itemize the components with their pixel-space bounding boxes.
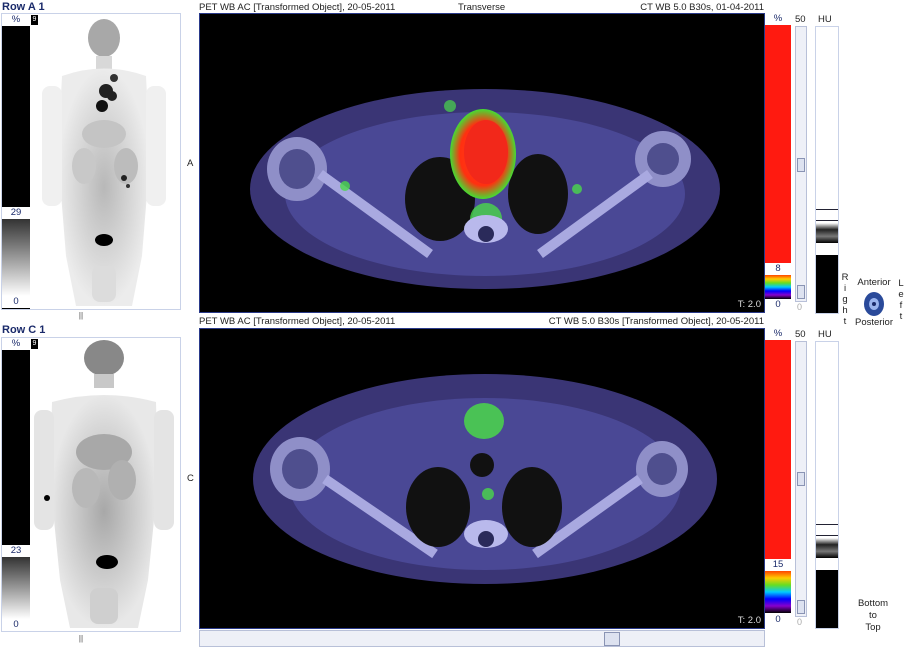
row-a-mip-gray-scale bbox=[2, 219, 30, 296]
row-c-window-slider[interactable] bbox=[795, 341, 807, 617]
row-c-hu-label: HU bbox=[818, 329, 832, 340]
row-a-fusion-viewport[interactable]: T: 2.0 bbox=[199, 13, 765, 313]
row-a-slider-max: 50 bbox=[795, 14, 806, 25]
row-c-title: Row C 1 bbox=[2, 324, 46, 336]
row-a-hu-gradient bbox=[816, 223, 838, 243]
row-a-pet-header: PET WB AC [Transformed Object], 20-05-20… bbox=[199, 2, 396, 13]
row-c-colorbar-upper: 15 bbox=[765, 559, 791, 571]
row-a-window-slider[interactable] bbox=[795, 26, 807, 302]
row-c-fusion-viewport[interactable]: T: 2.0 bbox=[199, 328, 765, 629]
row-a-colorbar-pct-label: % bbox=[765, 13, 791, 25]
row-a-window-slider-thumb[interactable] bbox=[797, 158, 805, 172]
orientation-body-icon[interactable] bbox=[862, 291, 886, 317]
row-c-mip-lower-label: 0 bbox=[2, 619, 30, 631]
row-a-fusion-image bbox=[250, 89, 720, 289]
orientation-posterior-label: Posterior bbox=[854, 317, 893, 328]
row-a-mip-pct-label: % bbox=[2, 14, 30, 26]
row-c-mip-pct-label: % bbox=[2, 338, 30, 350]
row-a-mip-intensity-bar[interactable]: % 29 0 bbox=[2, 14, 30, 309]
slice-scrollbar-thumb[interactable] bbox=[604, 632, 620, 646]
row-a-window-slider-lower-thumb[interactable] bbox=[797, 285, 805, 299]
row-a-mip-panel[interactable]: % 29 0 9 bbox=[1, 13, 181, 310]
orientation-right-label: Right bbox=[841, 272, 849, 327]
row-a-ct-header: CT WB 5.0 B30s, 01-04-2011 bbox=[640, 2, 764, 13]
row-a-mip-upper-label: 29 bbox=[2, 207, 30, 219]
row-c-mip-handle[interactable]: || bbox=[77, 634, 85, 644]
row-a-colorbar-hot bbox=[765, 25, 791, 275]
row-a-pet-colorbar[interactable]: % 8 0 bbox=[765, 13, 791, 313]
row-a-view-title: Transverse bbox=[458, 2, 506, 13]
orientation-bottom-to-top: Bottom to Top bbox=[857, 598, 889, 633]
row-c-colorbar-pct-label: % bbox=[765, 328, 791, 340]
row-a-letter: A bbox=[187, 158, 194, 169]
row-c-colorbar-lower: 0 bbox=[765, 614, 791, 626]
row-c-t-value: T: 2.0 bbox=[737, 615, 761, 626]
row-a-hu-label: HU bbox=[818, 14, 832, 25]
row-c-mip-gray-scale bbox=[2, 557, 30, 619]
row-a-slider-min: 0 bbox=[797, 302, 803, 312]
row-a-mip-lower-label: 0 bbox=[2, 296, 30, 308]
row-a-mip-body-image bbox=[42, 19, 166, 306]
row-c-pet-colorbar[interactable]: % 15 0 bbox=[765, 328, 791, 628]
row-c-window-slider-thumb[interactable] bbox=[797, 472, 805, 486]
row-c-fusion-image bbox=[253, 374, 717, 584]
row-a-colorbar-upper: 8 bbox=[765, 263, 791, 275]
row-c-mip-panel[interactable]: % 23 0 9 bbox=[1, 337, 181, 632]
row-a-mip-handle[interactable]: || bbox=[77, 311, 85, 321]
row-c-colorbar-rainbow bbox=[765, 571, 791, 613]
row-a-colorbar-rainbow bbox=[765, 275, 791, 299]
orientation-anterior-label: Anterior bbox=[857, 277, 891, 288]
slice-horizontal-scrollbar[interactable] bbox=[199, 630, 765, 647]
row-c-mip-intensity-bar[interactable]: % 23 0 bbox=[2, 338, 30, 631]
row-a-title: Row A 1 bbox=[2, 1, 45, 13]
row-c-letter: C bbox=[187, 473, 194, 484]
row-c-hu-black bbox=[816, 570, 838, 628]
row-a-hu-bar[interactable] bbox=[815, 26, 839, 314]
row-c-window-slider-lower-thumb[interactable] bbox=[797, 600, 805, 614]
orientation-left-label: Left bbox=[898, 278, 904, 322]
row-a-t-value: T: 2.0 bbox=[737, 299, 761, 310]
row-c-slider-max: 50 bbox=[795, 329, 806, 340]
row-a-hu-black bbox=[816, 255, 838, 313]
row-c-mip-upper-label: 23 bbox=[2, 545, 30, 557]
row-c-pet-header: PET WB AC [Transformed Object], 20-05-20… bbox=[199, 316, 396, 327]
row-a-hu-window bbox=[816, 209, 838, 221]
row-c-ct-header: CT WB 5.0 B30s [Transformed Object], 20-… bbox=[548, 316, 764, 327]
row-c-slider-min: 0 bbox=[797, 617, 803, 627]
row-a-colorbar-lower: 0 bbox=[765, 299, 791, 311]
row-c-mip-body-image bbox=[34, 340, 174, 628]
row-c-colorbar-hot bbox=[765, 340, 791, 572]
row-c-hu-window bbox=[816, 524, 838, 536]
row-c-hu-bar[interactable] bbox=[815, 341, 839, 629]
row-c-hu-gradient bbox=[816, 538, 838, 558]
